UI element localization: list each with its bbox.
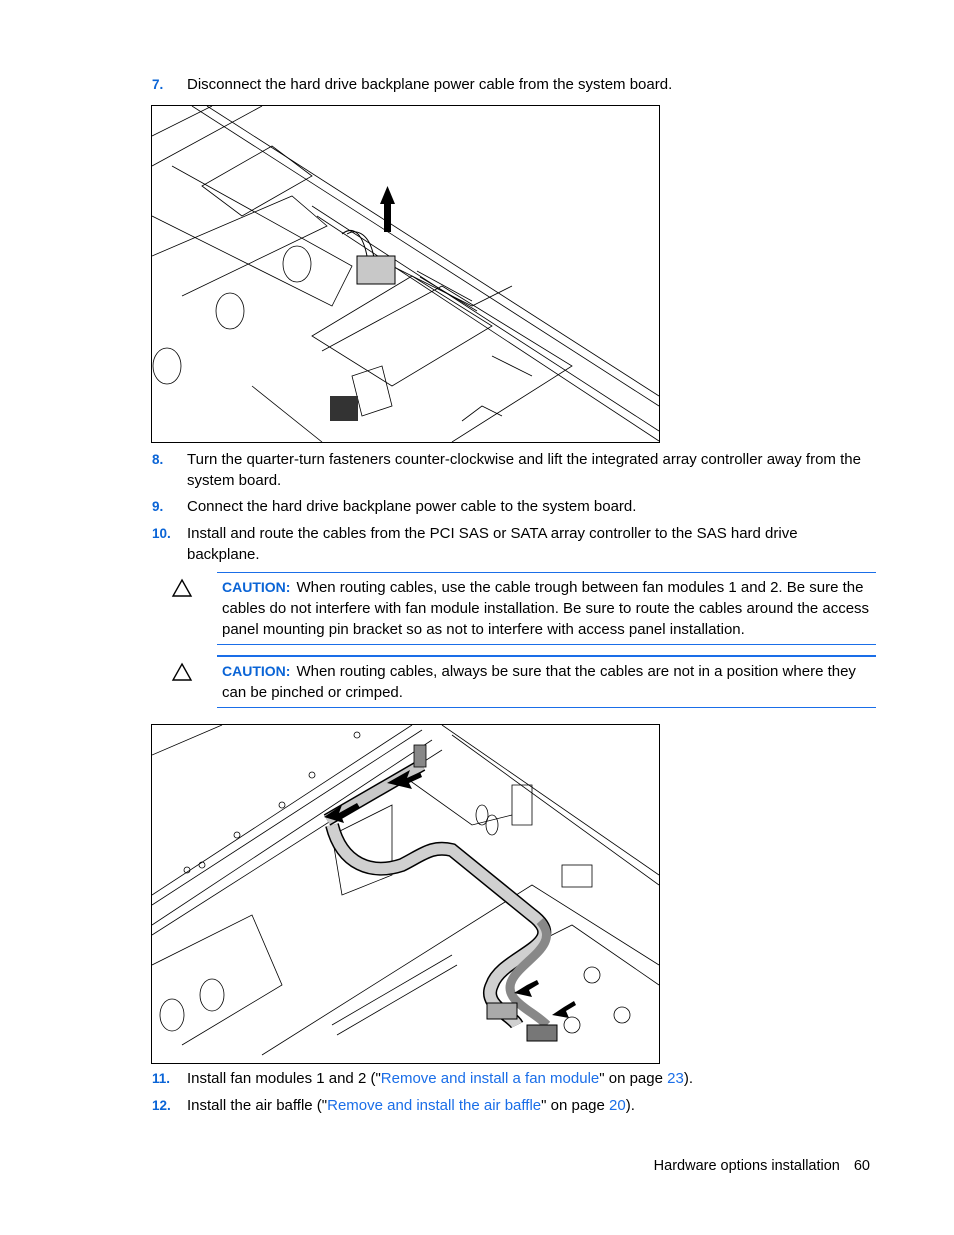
step-12: 12. Install the air baffle ("Remove and … — [152, 1096, 872, 1117]
step-10: 10. Install and route the cables from th… — [152, 524, 872, 565]
caution-text: When routing cables, always be sure that… — [222, 663, 856, 701]
step-text-suffix: ). — [683, 1070, 693, 1087]
caution-label: CAUTION: — [222, 579, 291, 595]
step-number: 11. — [152, 1071, 171, 1086]
step-text: Disconnect the hard drive backplane powe… — [187, 76, 673, 93]
step-text-middle: " on page — [541, 1097, 610, 1114]
step-number: 8. — [152, 452, 164, 467]
caution-box-1: CAUTION: When routing cables, use the cab… — [217, 572, 876, 645]
cable-connector-1 — [486, 1002, 518, 1020]
caution-text: When routing cables, use the cable troug… — [222, 579, 870, 638]
sas-cable — [323, 744, 552, 1030]
caution-box-2: CAUTION: When routing cables, always be s… — [217, 655, 876, 708]
step-number: 10. — [152, 526, 171, 541]
page-number: 60 — [853, 1158, 870, 1174]
footer-section-title: Hardware options installation — [653, 1158, 840, 1174]
chassis-illustration-2 — [152, 725, 659, 1056]
step-text-suffix: ). — [625, 1097, 635, 1114]
warning-triangle-icon — [171, 578, 193, 597]
power-cable — [341, 230, 396, 285]
step-text-middle: " on page — [599, 1070, 668, 1087]
power-connector — [356, 255, 396, 285]
figure-route-sas-cables — [151, 724, 660, 1064]
step-text: Connect the hard drive backplane power c… — [187, 498, 637, 515]
step-8: 8. Turn the quarter-turn fasteners count… — [152, 450, 872, 491]
warning-triangle-icon — [171, 662, 193, 681]
step-text-prefix: Install the air baffle (" — [187, 1097, 328, 1114]
caution-label: CAUTION: — [222, 663, 291, 679]
page-footer: Hardware options installation 60 — [654, 1158, 870, 1174]
step-number: 7. — [152, 77, 164, 92]
step-number: 9. — [152, 499, 164, 514]
figure-disconnect-power-cable — [151, 105, 660, 443]
step-number: 12. — [152, 1098, 171, 1113]
air-baffle-link[interactable]: Remove and install the air baffle — [327, 1097, 541, 1114]
step-7: 7. Disconnect the hard drive backplane p… — [152, 75, 872, 96]
step-text: Install the air baffle ("Remove and inst… — [187, 1096, 872, 1117]
step-text-prefix: Install fan modules 1 and 2 (" — [187, 1070, 381, 1087]
connector-shape — [330, 396, 358, 421]
page-23-link[interactable]: 23 — [667, 1070, 684, 1087]
step-text: Turn the quarter-turn fasteners counter-… — [187, 451, 861, 489]
cable-connector-2 — [526, 1024, 558, 1042]
page-20-link[interactable]: 20 — [609, 1097, 626, 1114]
step-text: Install fan modules 1 and 2 ("Remove and… — [187, 1069, 872, 1090]
fan-module-link[interactable]: Remove and install a fan module — [381, 1070, 599, 1087]
chassis-illustration-1 — [152, 106, 659, 442]
step-9: 9. Connect the hard drive backplane powe… — [152, 497, 872, 518]
step-11: 11. Install fan modules 1 and 2 ("Remove… — [152, 1069, 872, 1090]
step-text: Install and route the cables from the PC… — [187, 525, 798, 563]
